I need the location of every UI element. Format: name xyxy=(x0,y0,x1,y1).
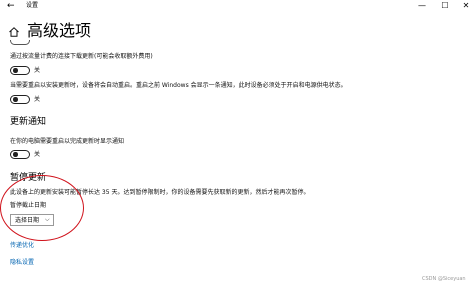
metered-toggle-state: 关 xyxy=(34,66,41,74)
update-notifications-toggle[interactable] xyxy=(10,150,30,159)
notifications-toggle-state: 关 xyxy=(34,150,41,158)
toggle-knob xyxy=(13,68,18,73)
minimize-button[interactable]: — xyxy=(414,0,430,12)
restart-toggle-state: 关 xyxy=(34,95,41,103)
toggle-knob xyxy=(13,152,18,157)
metered-download-text: 通过按流量计费的连接下载更新(可能会收取额外费用) xyxy=(10,53,153,60)
window-title: 设置 xyxy=(26,2,39,9)
back-arrow-icon[interactable]: ← xyxy=(7,1,15,11)
auto-restart-text: 当需要重启以安装更新时，设备将会自动重启。重启之前 Windows 会显示一条通… xyxy=(10,82,347,89)
delivery-optimization-link[interactable]: 传递优化 xyxy=(10,242,34,250)
title-bar: ← 设置 — ☐ ✕ xyxy=(0,0,474,14)
auto-restart-toggle[interactable] xyxy=(10,95,30,104)
metered-download-toggle[interactable] xyxy=(10,66,30,75)
maximize-button[interactable]: ☐ xyxy=(437,0,453,12)
watermark: CSDN @Siceyuan xyxy=(422,276,466,282)
update-notifications-text: 在你的电脑需要重启以完成更新时显示通知 xyxy=(10,138,125,145)
close-button[interactable]: ✕ xyxy=(458,0,474,12)
page-title: 高级选项 xyxy=(27,21,92,40)
annotation-ellipse xyxy=(0,175,84,241)
update-notifications-heading: 更新通知 xyxy=(10,117,47,127)
privacy-settings-link[interactable]: 隐私设置 xyxy=(10,259,34,267)
scrolled-toggle-fragment xyxy=(10,40,32,46)
toggle-knob xyxy=(13,97,18,102)
home-icon[interactable] xyxy=(8,26,20,38)
